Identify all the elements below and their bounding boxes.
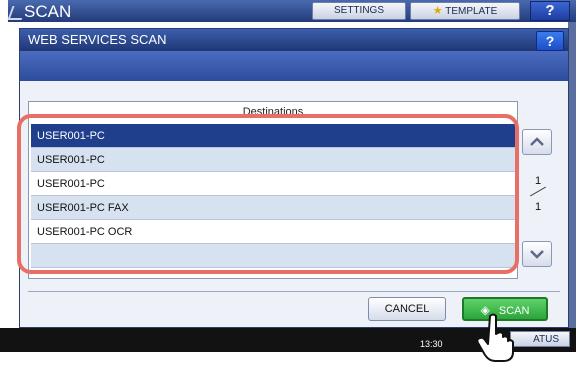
page-divider <box>529 186 547 197</box>
clock-text: 13:30 <box>420 339 443 349</box>
destinations-rows: USER001-PC USER001-PC USER001-PC USER001-PC… <box>31 124 515 268</box>
web-services-scan-dialog: WEB SERVICES SCAN ? Destinations USER001… <box>19 28 569 328</box>
destinations-list: Destinations USER001-PC USER001-PC USER001… <box>28 101 518 279</box>
settings-label: SETTINGS <box>333 5 384 16</box>
arrow-up-icon <box>530 137 544 146</box>
cancel-button[interactable]: CANCEL <box>368 297 446 321</box>
destination-row[interactable]: USER001-PC <box>31 148 515 172</box>
cancel-label: CANCEL <box>384 303 430 315</box>
scroll-down-button[interactable] <box>522 241 552 267</box>
destination-row[interactable] <box>31 244 515 268</box>
destination-row[interactable]: USER001-PC OCR <box>31 220 515 244</box>
background-right-panel <box>568 22 576 328</box>
destination-row[interactable]: USER001-PC FAX <box>31 196 515 220</box>
footer-separator <box>28 291 560 292</box>
arrow-down-icon <box>530 250 544 259</box>
dialog-help-button[interactable]: ? <box>536 31 564 51</box>
template-label: TEMPLATE <box>445 6 498 17</box>
dialog-message-band <box>20 51 568 81</box>
page-current: 1 <box>534 175 542 187</box>
background-help-button[interactable]: ? <box>530 1 570 21</box>
settings-button[interactable]: SETTINGS <box>312 2 406 20</box>
star-icon: ★ <box>432 5 443 17</box>
dialog-title: WEB SERVICES SCAN <box>28 32 167 47</box>
dialog-title-bar: WEB SERVICES SCAN ? <box>20 29 568 51</box>
pointer-hand-icon <box>476 313 514 362</box>
destination-row[interactable]: USER001-PC <box>31 124 515 148</box>
page-total: 1 <box>534 201 542 213</box>
template-button[interactable]: ★ TEMPLATE <box>410 2 520 20</box>
destination-row[interactable]: USER001-PC <box>31 172 515 196</box>
scroll-up-button[interactable] <box>522 129 552 155</box>
background-app-title: SCAN <box>24 2 72 21</box>
destinations-header: Destinations <box>242 106 304 118</box>
